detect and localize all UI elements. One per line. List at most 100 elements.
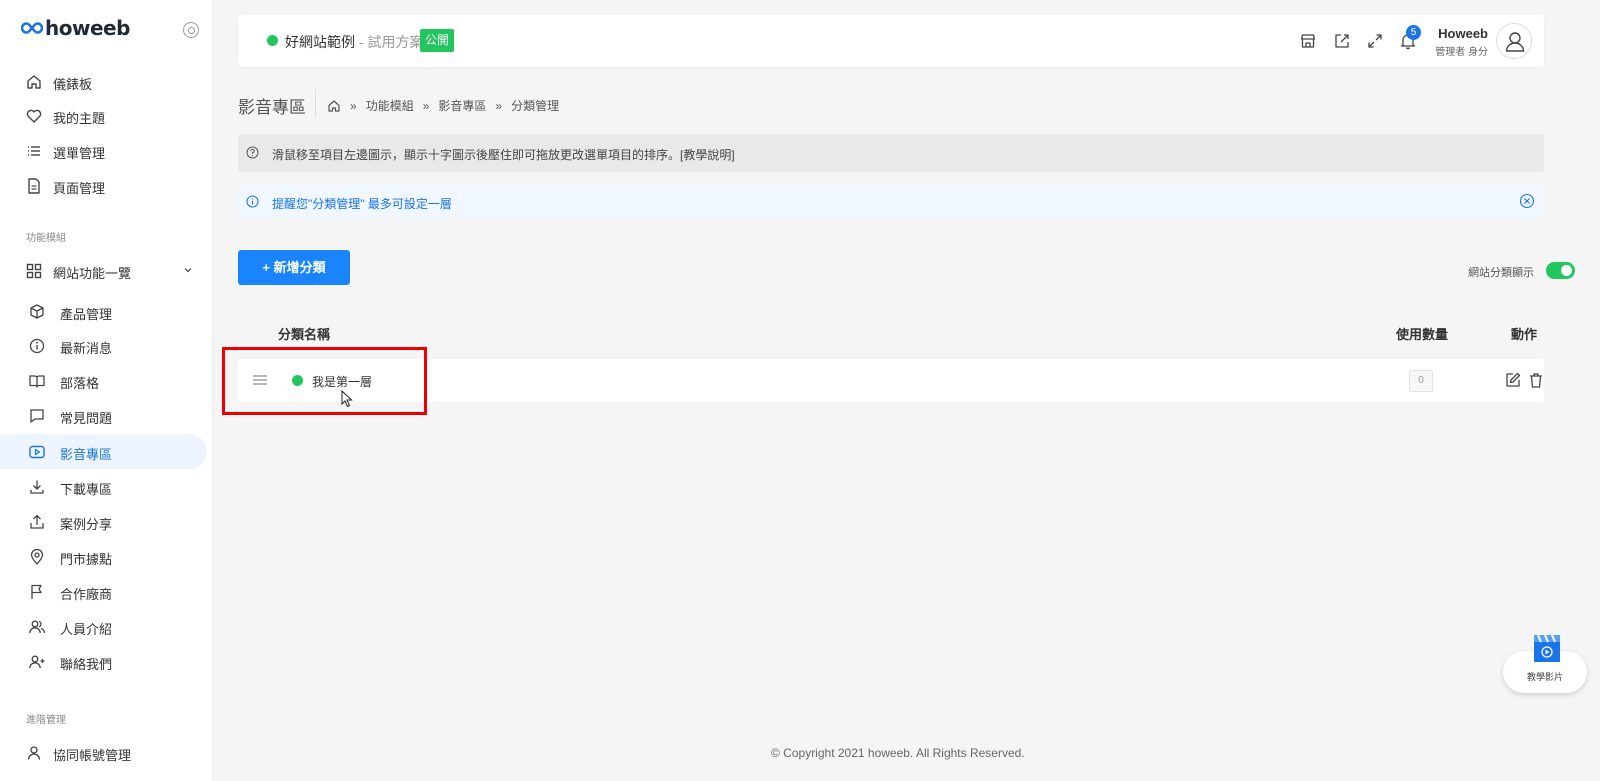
sidebar-group-site-features[interactable]: 網站功能一覽	[0, 253, 207, 288]
category-display-label: 網站分類顯示	[1468, 267, 1534, 279]
column-header-action: 動作	[1511, 327, 1538, 342]
sidebar-item-downloads[interactable]: 下載專區	[0, 469, 207, 504]
breadcrumb-separator: »	[350, 98, 357, 113]
user-name: Howeeb	[1438, 26, 1488, 41]
sidebar-item-news[interactable]: 最新消息	[0, 328, 207, 363]
sidebar-item-label: 案例分享	[60, 517, 113, 532]
chat-icon	[30, 409, 44, 423]
table-row: 我是第一層 0	[238, 359, 1544, 402]
sidebar-item-products[interactable]: 產品管理	[0, 294, 207, 329]
close-icon[interactable]	[1519, 193, 1535, 209]
grid-icon	[26, 263, 42, 279]
box-icon	[30, 304, 44, 319]
tutorial-video-button[interactable]: 教學影片	[1503, 633, 1587, 693]
notification-count-badge: 5	[1406, 25, 1421, 40]
sidebar-item-my-theme[interactable]: 我的主題	[0, 98, 207, 133]
user-plus-icon	[29, 655, 45, 669]
user-role: 管理者 身分	[1435, 47, 1488, 58]
section-label-modules: 功能模組	[26, 233, 66, 244]
edit-icon[interactable]	[1504, 371, 1522, 389]
reminder-alert: 提醒您"分類管理" 最多可設定一層	[238, 184, 1544, 219]
sidebar-item-label: 我的主題	[53, 111, 106, 126]
sidebar-item-contact[interactable]: 聯絡我們	[0, 644, 207, 679]
breadcrumb-separator: »	[495, 98, 503, 113]
external-link-icon[interactable]	[1333, 32, 1351, 50]
sidebar-item-label: 選單管理	[53, 146, 106, 161]
sidebar-item-team[interactable]: 人員介紹	[0, 609, 207, 644]
sidebar-item-label: 聯絡我們	[60, 657, 113, 672]
column-header-count: 使用數量	[1396, 327, 1449, 342]
breadcrumb-divider	[315, 89, 316, 117]
info-icon	[246, 195, 259, 208]
sidebar-item-label: 人員介紹	[60, 622, 113, 637]
home-icon[interactable]	[327, 99, 341, 113]
sidebar-item-label: 部落格	[60, 376, 100, 391]
sidebar-item-label: 影音專區	[60, 447, 113, 462]
reminder-text: 提醒您"分類管理" 最多可設定一層	[272, 197, 452, 211]
drag-tip-text: 滑鼠移至項目左邊圖示，顯示十字圖示後壓住即可拖放更改選單項目的排序。[教學說明]	[272, 148, 735, 162]
tutorial-video-label: 教學影片	[1526, 672, 1563, 682]
chevron-down-icon	[184, 268, 192, 273]
brand-logo[interactable]: howeeb	[21, 16, 130, 40]
breadcrumb-separator: »	[422, 98, 430, 113]
infinity-logo-icon	[21, 21, 43, 35]
site-plan: - 試用方案	[355, 34, 424, 50]
sidebar: howeeb 儀錶板 我的主題 選單管理 頁面管理 功能模組 網站功能一覽 產品…	[0, 0, 213, 781]
user-icon	[27, 746, 41, 760]
sidebar-item-partners[interactable]: 合作廠商	[0, 574, 207, 609]
column-header-name: 分類名稱	[278, 327, 331, 342]
sidebar-item-blog[interactable]: 部落格	[0, 363, 207, 398]
site-status-dot	[267, 35, 278, 46]
sidebar-item-label: 協同帳號管理	[53, 748, 132, 763]
breadcrumb-item[interactable]: 功能模組	[366, 97, 414, 114]
breadcrumb-item-current: 分類管理	[511, 99, 560, 113]
sidebar-item-faq[interactable]: 常見問題	[0, 398, 207, 433]
document-icon	[28, 178, 40, 194]
video-icon	[29, 445, 45, 459]
pin-icon	[30, 548, 44, 565]
breadcrumb: » 功能模組 » 影音專區 » 分類管理	[327, 97, 559, 114]
list-icon	[28, 146, 40, 156]
sidebar-item-label: 常見問題	[60, 411, 113, 426]
drag-tip-alert: 滑鼠移至項目左邊圖示，顯示十字圖示後壓住即可拖放更改選單項目的排序。[教學說明]	[238, 134, 1544, 172]
add-category-button[interactable]: + 新增分類	[238, 250, 350, 285]
store-icon[interactable]	[1299, 32, 1317, 50]
sidebar-item-menu-management[interactable]: 選單管理	[0, 133, 207, 168]
usage-count: 0	[1409, 370, 1433, 392]
sidebar-group-label: 網站功能一覽	[53, 266, 132, 281]
site-name[interactable]: 好網站範例 - 試用方案	[285, 32, 423, 52]
expand-icon[interactable]	[1366, 32, 1384, 50]
sidebar-item-cases[interactable]: 案例分享	[0, 504, 207, 539]
highlight-box	[222, 347, 427, 415]
sidebar-item-dashboard[interactable]: 儀錶板	[0, 64, 207, 99]
page-title: 影音專區	[238, 98, 306, 117]
category-display-toggle[interactable]	[1546, 262, 1575, 279]
flag-icon	[31, 584, 42, 599]
heart-icon	[26, 109, 42, 123]
public-status-badge: 公開	[420, 29, 455, 52]
share-icon	[30, 514, 44, 529]
site-name-text: 好網站範例	[285, 34, 355, 50]
clapperboard-icon	[1534, 634, 1560, 662]
info-icon	[29, 338, 45, 354]
sidebar-item-video[interactable]: 影音專區	[0, 434, 207, 469]
sidebar-item-label: 下載專區	[60, 482, 113, 497]
sidebar-item-label: 合作廠商	[60, 587, 113, 602]
sidebar-item-page-management[interactable]: 頁面管理	[0, 168, 207, 203]
trash-icon[interactable]	[1527, 371, 1545, 389]
top-bar: 好網站範例 - 試用方案 公開 5 Howeeb 管理者 身分	[238, 15, 1544, 67]
user-avatar-icon	[1505, 32, 1525, 52]
sidebar-item-collaborator-accounts[interactable]: 協同帳號管理	[0, 735, 207, 770]
mouse-cursor-icon	[341, 390, 353, 408]
sidebar-item-stores[interactable]: 門市據點	[0, 539, 207, 574]
book-icon	[29, 375, 45, 388]
sidebar-item-label: 產品管理	[60, 307, 113, 322]
question-icon	[246, 146, 259, 159]
sidebar-item-label: 最新消息	[60, 341, 113, 356]
avatar[interactable]	[1496, 23, 1532, 59]
logo-text: howeeb	[45, 16, 130, 40]
sidebar-collapse-icon[interactable]	[183, 22, 199, 38]
sidebar-item-label: 儀錶板	[53, 77, 93, 92]
breadcrumb-item[interactable]: 影音專區	[438, 97, 486, 114]
home-icon	[27, 75, 41, 89]
